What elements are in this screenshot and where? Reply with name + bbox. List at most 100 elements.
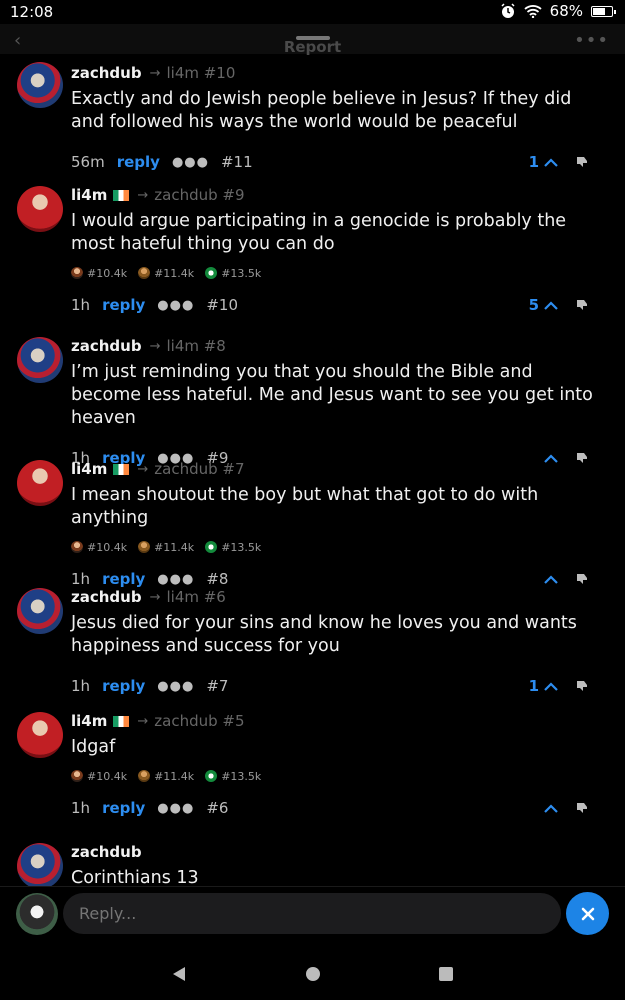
upvote-icon: [544, 158, 558, 167]
upvote-button[interactable]: [539, 803, 558, 813]
comment-actions: 56m reply ●●● #11 1: [71, 152, 605, 172]
upvote-button[interactable]: 1: [529, 153, 558, 171]
status-time: 12:08: [10, 3, 54, 21]
badge-label: #10.4k: [87, 266, 128, 280]
comment-meta: zachdub → li4m #10: [71, 62, 605, 84]
avatar[interactable]: [17, 588, 63, 634]
badge[interactable]: #13.5k: [205, 541, 261, 554]
reply-button[interactable]: reply: [117, 153, 160, 171]
vote-count: 1: [528, 677, 539, 695]
avatar[interactable]: [17, 843, 63, 886]
username[interactable]: zachdub: [71, 843, 142, 861]
player-badge-icon: [71, 267, 83, 279]
downvote-icon[interactable]: [575, 680, 589, 692]
avatar[interactable]: [17, 712, 63, 758]
badge[interactable]: #10.4k: [71, 267, 127, 280]
comment-number: #7: [206, 677, 229, 695]
reply-to-link[interactable]: li4m #10: [166, 64, 235, 82]
avatar[interactable]: [17, 62, 63, 108]
vote-count: 1: [528, 153, 539, 171]
comment-actions: 1h reply ●●● #10 5: [71, 295, 605, 315]
reply-composer: [0, 886, 625, 944]
username[interactable]: zachdub: [71, 588, 142, 606]
comment: zachdub → li4m #8 I’m just reminding you…: [0, 329, 625, 467]
downvote-icon[interactable]: [575, 299, 589, 311]
badge[interactable]: #13.5k: [205, 770, 261, 783]
reply-to-link[interactable]: li4m #6: [166, 588, 225, 606]
username[interactable]: li4m: [71, 460, 107, 478]
badge-label: #11.4k: [154, 266, 195, 280]
reply-button[interactable]: reply: [102, 296, 145, 314]
more-options-icon[interactable]: ●●●: [157, 679, 194, 694]
team-badge-icon: [205, 267, 218, 279]
upvote-icon: [544, 804, 558, 813]
comment-time: 1h: [71, 296, 91, 314]
comment-actions: 1h reply ●●● #7 1: [71, 676, 605, 696]
comment-time: 56m: [71, 153, 105, 171]
team-badge-icon: [205, 541, 218, 553]
comment-number: #10: [206, 296, 238, 314]
downvote-icon[interactable]: [575, 802, 589, 814]
badge[interactable]: #10.4k: [71, 541, 127, 554]
player-badge-icon: [138, 267, 151, 279]
upvote-button[interactable]: 1: [529, 677, 558, 695]
player-badge-icon: [71, 770, 83, 782]
comment-text: Corinthians 13: [71, 868, 199, 886]
comment-text: I would argue participating in a genocid…: [71, 211, 567, 254]
badge-label: #13.5k: [221, 540, 262, 554]
battery-icon: [591, 5, 616, 17]
avatar[interactable]: [17, 460, 63, 506]
reply-arrow-icon: →: [149, 589, 161, 605]
comment-meta: li4m → zachdub #7: [71, 458, 605, 480]
player-badge-icon: [138, 770, 151, 782]
badge-label: #11.4k: [154, 769, 195, 783]
avatar[interactable]: [17, 186, 63, 232]
username[interactable]: zachdub: [71, 337, 142, 355]
current-user-avatar[interactable]: [16, 893, 58, 935]
username[interactable]: zachdub: [71, 64, 142, 82]
comment-time: 1h: [71, 677, 91, 695]
more-options-icon[interactable]: ●●●: [172, 155, 209, 170]
ireland-flag-icon: [113, 189, 130, 201]
badge[interactable]: #11.4k: [138, 541, 194, 554]
reply-arrow-icon: →: [137, 713, 149, 729]
nav-recents-icon[interactable]: [438, 966, 454, 982]
more-options-icon[interactable]: ●●●: [157, 801, 194, 816]
comment: li4m → zachdub #7 I mean shoutout the bo…: [0, 453, 625, 588]
wifi-icon: [524, 5, 542, 18]
badge[interactable]: #10.4k: [71, 770, 127, 783]
comment-list[interactable]: zachdub → li4m #10 Exactly and do Jewish…: [0, 54, 625, 886]
status-bar: 12:08 68%: [0, 0, 625, 24]
comment-meta: zachdub → li4m #6: [71, 586, 605, 608]
avatar[interactable]: [17, 337, 63, 383]
badge-label: #10.4k: [87, 769, 128, 783]
upvote-button[interactable]: 5: [529, 296, 558, 314]
nav-home-icon[interactable]: [305, 966, 321, 982]
reply-input[interactable]: [63, 893, 561, 934]
comment-text: I’m just reminding you that you should t…: [71, 362, 593, 428]
badge-label: #10.4k: [87, 540, 128, 554]
comment-actions: 1h reply ●●● #6: [71, 798, 605, 818]
reply-to-link[interactable]: zachdub #7: [154, 460, 244, 478]
comment-text: Jesus died for your sins and know he lov…: [71, 613, 577, 656]
nav-back-icon[interactable]: [171, 966, 187, 982]
badge[interactable]: #11.4k: [138, 770, 194, 783]
reply-button[interactable]: reply: [102, 677, 145, 695]
close-button[interactable]: [566, 892, 609, 935]
reply-to-link[interactable]: zachdub #9: [154, 186, 244, 204]
username[interactable]: li4m: [71, 712, 107, 730]
reply-to-link[interactable]: zachdub #5: [154, 712, 244, 730]
badge[interactable]: #13.5k: [205, 267, 261, 280]
team-badge-icon: [205, 770, 218, 782]
comment-number: #6: [206, 799, 229, 817]
badge[interactable]: #11.4k: [138, 267, 194, 280]
reply-arrow-icon: →: [149, 338, 161, 354]
username[interactable]: li4m: [71, 186, 107, 204]
more-options-icon[interactable]: ●●●: [157, 298, 194, 313]
alarm-icon: [501, 3, 515, 18]
reply-to-link[interactable]: li4m #8: [166, 337, 225, 355]
more-icon[interactable]: •••: [574, 30, 609, 51]
comment-meta: li4m → zachdub #9: [71, 184, 605, 206]
reply-button[interactable]: reply: [102, 799, 145, 817]
downvote-icon[interactable]: [575, 156, 589, 168]
